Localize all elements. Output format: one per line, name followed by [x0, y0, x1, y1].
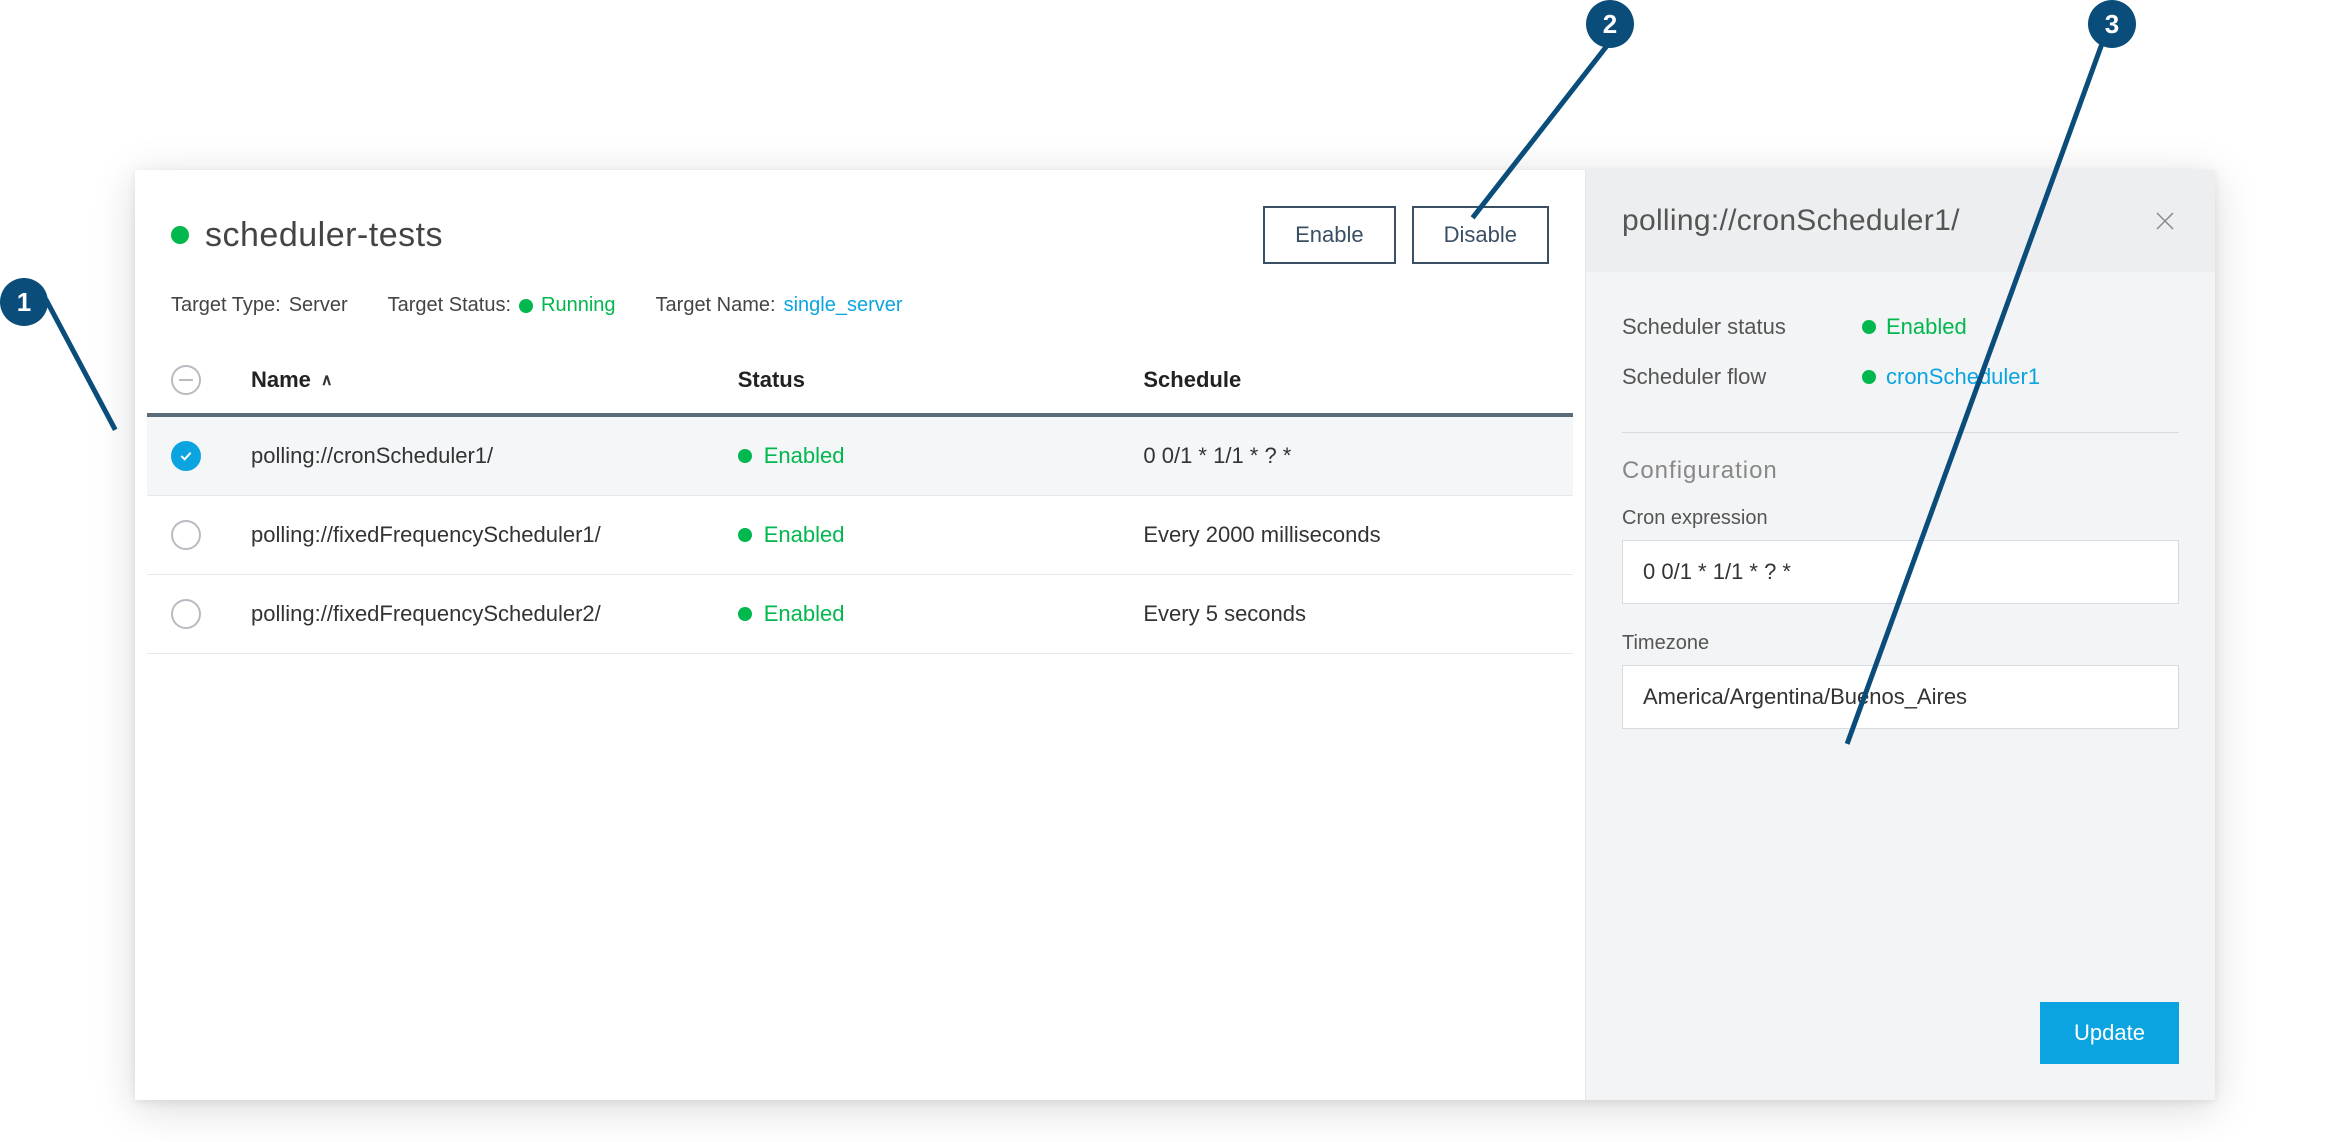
status-dot-icon [519, 299, 533, 313]
table-row[interactable]: polling://fixedFrequencyScheduler2/Enabl… [147, 575, 1573, 654]
row-schedule: 0 0/1 * 1/1 * ? * [1143, 443, 1549, 469]
row-name: polling://fixedFrequencyScheduler2/ [251, 601, 738, 627]
schedulers-table: Name ∧ Status Schedule polling://cronSch… [135, 335, 1585, 654]
panel-title: polling://cronScheduler1/ [1622, 204, 1960, 238]
target-status-value: Running [541, 294, 616, 317]
scheduler-flow-label: Scheduler flow [1622, 364, 1852, 390]
scheduler-flow-link[interactable]: cronScheduler1 [1886, 364, 2040, 390]
target-type-label: Target Type: [171, 294, 281, 317]
details-panel: polling://cronScheduler1/ Scheduler stat… [1585, 170, 2215, 1100]
cron-expression-label: Cron expression [1622, 507, 2179, 530]
row-status: Enabled [764, 601, 845, 627]
row-checkbox[interactable] [171, 441, 201, 471]
enable-button[interactable]: Enable [1263, 206, 1396, 264]
update-button[interactable]: Update [2040, 1002, 2179, 1064]
scheduler-status-label: Scheduler status [1622, 314, 1852, 340]
callout-badge-3: 3 [2088, 0, 2136, 48]
status-dot-icon [1862, 370, 1876, 384]
deselect-all-checkbox[interactable] [171, 365, 201, 395]
row-name: polling://fixedFrequencyScheduler1/ [251, 522, 738, 548]
row-schedule: Every 2000 milliseconds [1143, 522, 1549, 548]
row-checkbox[interactable] [171, 599, 201, 629]
table-row[interactable]: polling://cronScheduler1/Enabled 0 0/1 * … [147, 417, 1573, 496]
header: scheduler-tests Enable Disable Target Ty… [135, 170, 1585, 335]
status-dot-icon [171, 226, 189, 244]
main-card: scheduler-tests Enable Disable Target Ty… [135, 170, 2215, 1100]
scheduler-status-value: Enabled [1886, 314, 1967, 340]
disable-button[interactable]: Disable [1412, 206, 1549, 264]
left-pane: scheduler-tests Enable Disable Target Ty… [135, 170, 1585, 1100]
close-icon[interactable] [2151, 207, 2179, 235]
timezone-label: Timezone [1622, 632, 2179, 655]
status-dot-icon [738, 528, 752, 542]
sort-asc-icon: ∧ [321, 370, 333, 390]
configuration-section-title: Configuration [1622, 457, 2179, 485]
timezone-input[interactable] [1622, 665, 2179, 729]
column-header-schedule[interactable]: Schedule [1143, 367, 1549, 393]
meta-row: Target Type: Server Target Status: Runni… [171, 294, 1549, 317]
row-status: Enabled [764, 522, 845, 548]
status-dot-icon [738, 607, 752, 621]
divider [1622, 432, 2179, 433]
status-dot-icon [738, 449, 752, 463]
status-dot-icon [1862, 320, 1876, 334]
target-name-link[interactable]: single_server [784, 294, 903, 317]
row-name: polling://cronScheduler1/ [251, 443, 738, 469]
row-schedule: Every 5 seconds [1143, 601, 1549, 627]
callout-badge-1: 1 [0, 278, 48, 326]
row-status: Enabled [764, 443, 845, 469]
column-header-status[interactable]: Status [738, 367, 1144, 393]
row-checkbox[interactable] [171, 520, 201, 550]
callout-badge-2: 2 [1586, 0, 1634, 48]
table-head: Name ∧ Status Schedule [147, 335, 1573, 417]
page-title: scheduler-tests [205, 216, 443, 255]
column-header-name[interactable]: Name ∧ [251, 367, 738, 393]
target-status-label: Target Status: [388, 294, 511, 317]
app-title-row: scheduler-tests [171, 216, 443, 255]
table-row[interactable]: polling://fixedFrequencyScheduler1/Enabl… [147, 496, 1573, 575]
target-name-label: Target Name: [656, 294, 776, 317]
target-type-value: Server [289, 294, 348, 317]
